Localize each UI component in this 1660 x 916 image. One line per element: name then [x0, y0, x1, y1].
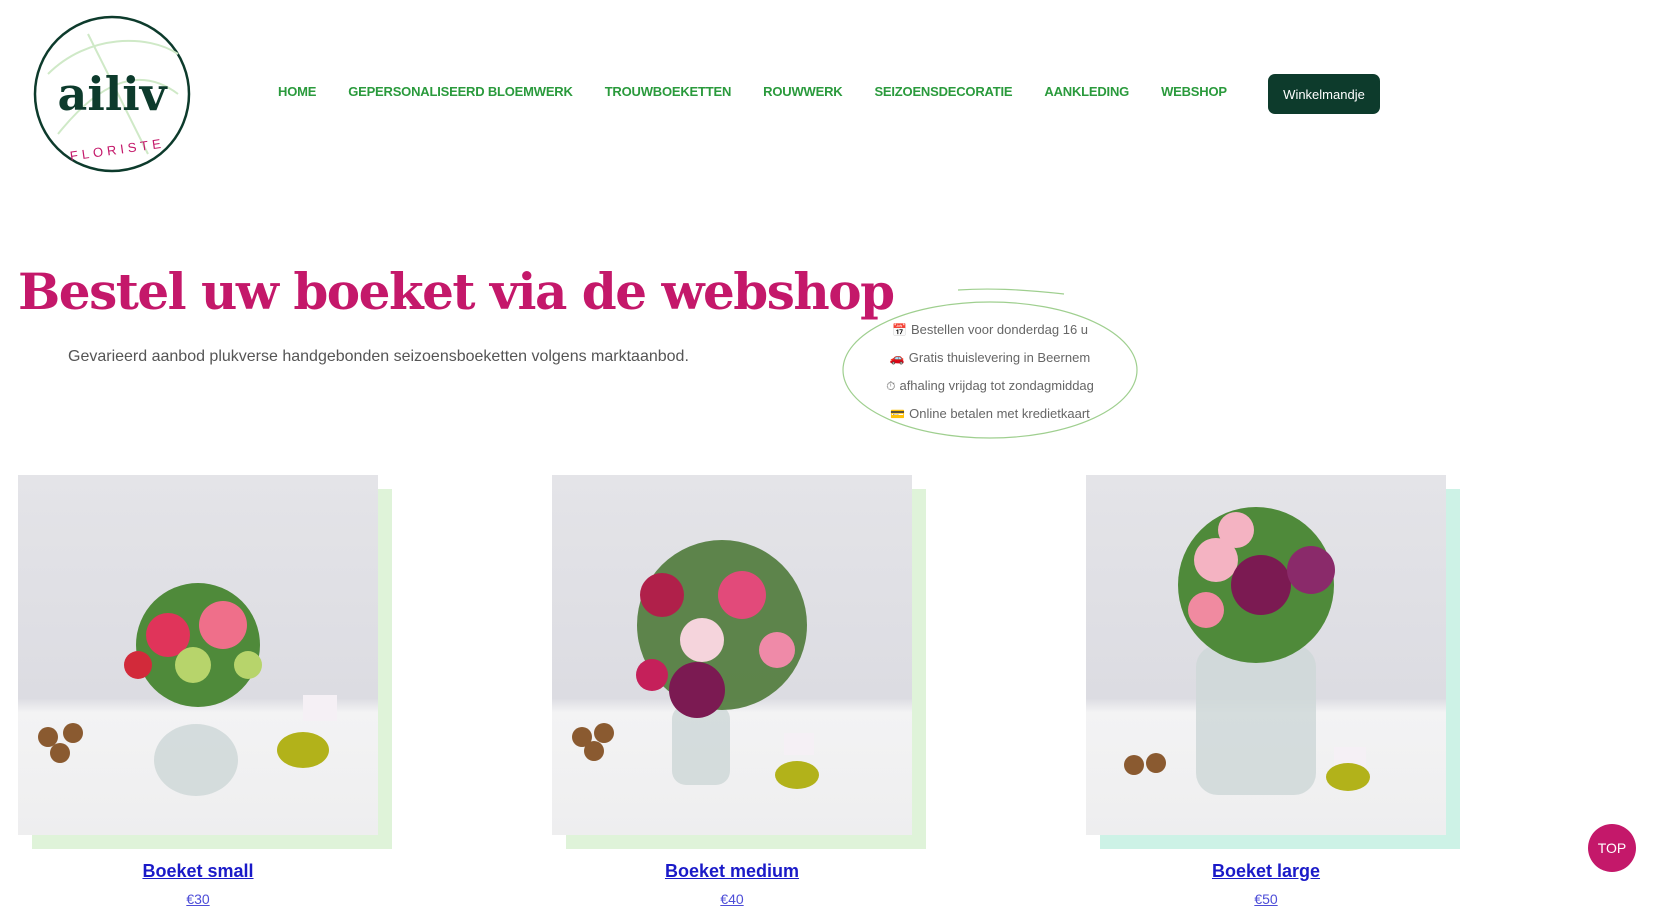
page-title: Bestel uw boeket via de webshop [18, 262, 895, 321]
car-icon: 🚗 [889, 351, 905, 365]
nav-wedding[interactable]: TROUWBOEKETTEN [605, 84, 732, 99]
info-text: afhaling vrijdag tot zondagmiddag [899, 378, 1094, 393]
page-subtitle: Gevarieerd aanbod plukverse handgebonden… [68, 348, 689, 365]
stopwatch-icon: ⏱ [886, 379, 896, 393]
credit-card-icon: 💳 [890, 407, 906, 421]
info-text: Online betalen met kredietkaart [909, 406, 1090, 421]
info-list: 📅 Bestellen voor donderdag 16 u 🚗 Gratis t… [838, 316, 1142, 428]
logo[interactable]: ailiv FLORISTE [28, 14, 196, 174]
info-item: 💳 Online betalen met kredietkaart [838, 400, 1142, 428]
info-item: 📅 Bestellen voor donderdag 16 u [838, 316, 1142, 344]
product-price[interactable]: €40 [552, 891, 912, 907]
nav-seasonal[interactable]: SEIZOENSDECORATIE [874, 84, 1012, 99]
product-price[interactable]: €30 [18, 891, 378, 907]
info-text: Bestellen voor donderdag 16 u [910, 322, 1089, 337]
info-item: 🚗 Gratis thuislevering in Beernem [838, 344, 1142, 372]
info-text: Gratis thuislevering in Beernem [908, 350, 1091, 365]
cart-button[interactable]: Winkelmandje [1268, 74, 1380, 114]
calendar-icon: 📅 [891, 323, 907, 337]
info-panel: 📅 Bestellen voor donderdag 16 u 🚗 Gratis t… [838, 286, 1142, 442]
product-image[interactable] [18, 475, 378, 835]
product-name[interactable]: Boeket medium [552, 861, 912, 882]
nav-personalized[interactable]: GEPERSONALISEERD BLOEMWERK [348, 84, 573, 99]
info-item: ⏱ afhaling vrijdag tot zondagmiddag [838, 372, 1142, 400]
product-image[interactable] [552, 475, 912, 835]
back-to-top-button[interactable]: TOP [1588, 824, 1636, 872]
product-name[interactable]: Boeket large [1086, 861, 1446, 882]
main-nav: HOME GEPERSONALISEERD BLOEMWERK TROUWBOE… [278, 84, 1259, 99]
product-price[interactable]: €50 [1086, 891, 1446, 907]
nav-webshop[interactable]: WEBSHOP [1161, 84, 1227, 99]
nav-decoration[interactable]: AANKLEDING [1044, 84, 1129, 99]
product-image[interactable] [1086, 475, 1446, 835]
nav-home[interactable]: HOME [278, 84, 316, 99]
product-name[interactable]: Boeket small [18, 861, 378, 882]
logo-wordmark: ailiv [58, 67, 168, 121]
logo-mark: ailiv FLORISTE [33, 15, 191, 173]
nav-funeral[interactable]: ROUWWERK [763, 84, 842, 99]
